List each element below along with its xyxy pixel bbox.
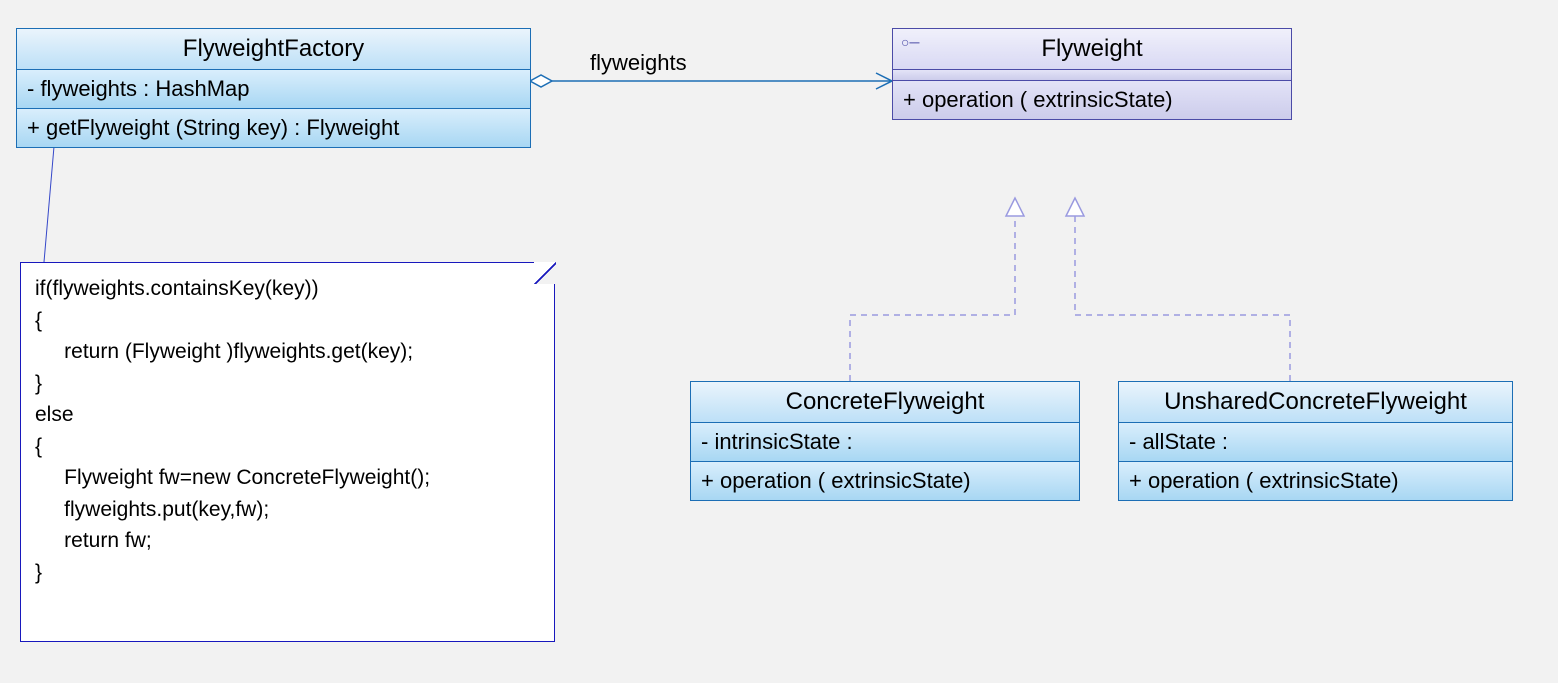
class-title: UnsharedConcreteFlyweight bbox=[1119, 382, 1512, 423]
class-unshared-concrete-flyweight: UnsharedConcreteFlyweight - allState : +… bbox=[1118, 381, 1513, 501]
note: if(flyweights.containsKey(key)) { return… bbox=[20, 262, 555, 642]
interface-icon: ○─ bbox=[901, 35, 919, 49]
class-operation: + getFlyweight (String key) : Flyweight bbox=[17, 109, 530, 147]
class-operation: + operation ( extrinsicState) bbox=[691, 462, 1079, 500]
class-attribute: - flyweights : HashMap bbox=[17, 70, 530, 109]
class-title: FlyweightFactory bbox=[17, 29, 530, 70]
class-title: ConcreteFlyweight bbox=[691, 382, 1079, 423]
class-attribute: - allState : bbox=[1119, 423, 1512, 462]
class-flyweight: ○─ Flyweight + operation ( extrinsicStat… bbox=[892, 28, 1292, 120]
class-flyweight-factory: FlyweightFactory - flyweights : HashMap … bbox=[16, 28, 531, 148]
class-title: Flyweight bbox=[893, 29, 1291, 70]
class-attribute: - intrinsicState : bbox=[691, 423, 1079, 462]
class-operation: + operation ( extrinsicState) bbox=[893, 81, 1291, 119]
class-attribute-empty bbox=[893, 70, 1291, 81]
association-label: flyweights bbox=[590, 50, 687, 76]
class-operation: + operation ( extrinsicState) bbox=[1119, 462, 1512, 500]
class-concrete-flyweight: ConcreteFlyweight - intrinsicState : + o… bbox=[690, 381, 1080, 501]
